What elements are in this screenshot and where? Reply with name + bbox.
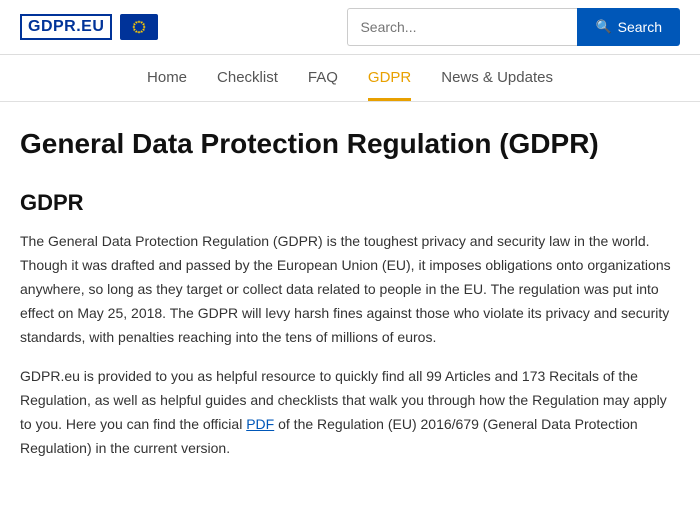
main-nav: Home Checklist FAQ GDPR News & Updates <box>0 55 700 102</box>
nav-item-home[interactable]: Home <box>147 69 187 101</box>
section-heading: GDPR <box>20 190 680 216</box>
search-area: 🔍 Search <box>347 8 680 46</box>
eu-flag-icon <box>120 14 158 40</box>
pdf-link[interactable]: PDF <box>246 416 274 432</box>
nav-item-checklist[interactable]: Checklist <box>217 69 278 101</box>
main-content: General Data Protection Regulation (GDPR… <box>0 102 700 507</box>
header: GDPR.EU <box>0 0 700 55</box>
search-icon: 🔍 <box>595 19 611 35</box>
nav-item-news[interactable]: News & Updates <box>441 69 553 101</box>
logo-area: GDPR.EU <box>20 14 158 40</box>
nav-item-gdpr[interactable]: GDPR <box>368 69 411 101</box>
search-button[interactable]: 🔍 Search <box>577 8 680 46</box>
search-input[interactable] <box>347 8 577 46</box>
logo-tld: .EU <box>76 18 104 35</box>
page-title: General Data Protection Regulation (GDPR… <box>20 126 680 162</box>
paragraph-2: GDPR.eu is provided to you as helpful re… <box>20 365 680 460</box>
logo: GDPR.EU <box>20 14 112 40</box>
search-button-label: Search <box>618 19 662 35</box>
nav-item-faq[interactable]: FAQ <box>308 69 338 101</box>
paragraph-1: The General Data Protection Regulation (… <box>20 230 680 349</box>
logo-text: GDPR <box>28 18 76 35</box>
